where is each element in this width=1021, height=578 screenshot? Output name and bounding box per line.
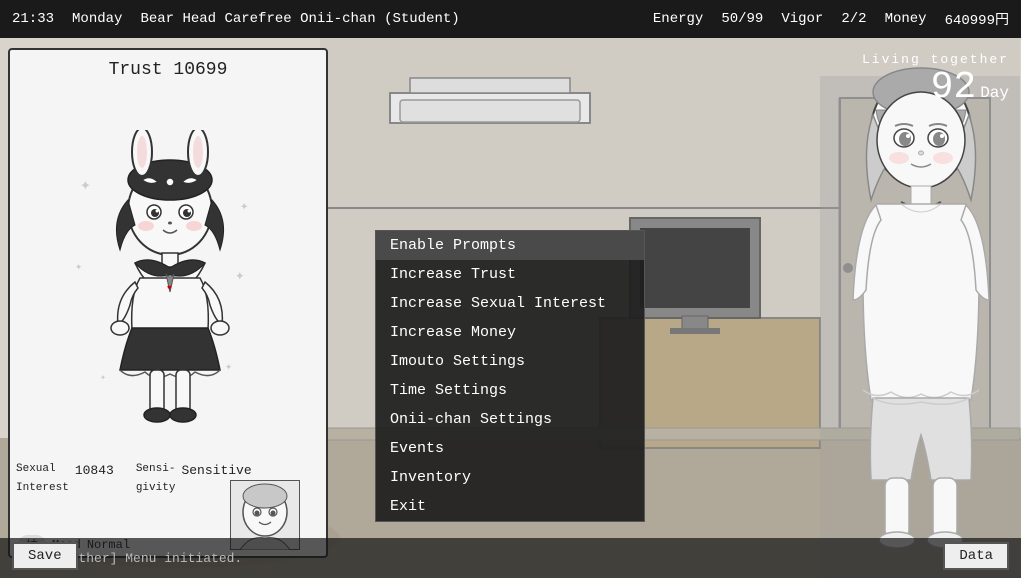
svg-text:✦: ✦	[235, 267, 245, 285]
menu-items-container: Enable PromptsIncrease TrustIncrease Sex…	[376, 231, 644, 521]
menu-item-7[interactable]: Events	[376, 434, 644, 463]
menu-item-8[interactable]: Inventory	[376, 463, 644, 492]
svg-text:✦: ✦	[240, 199, 249, 215]
sexual-interest-label: SexualInterest	[16, 463, 69, 494]
hud-time: 21:33	[12, 11, 54, 27]
menu-item-1[interactable]: Increase Trust	[376, 260, 644, 289]
sensitivity-value: Sensitive	[181, 463, 251, 478]
svg-text:✦: ✦	[100, 373, 106, 384]
trust-display: Trust 10699	[109, 60, 228, 80]
menu-item-3[interactable]: Increase Money	[376, 318, 644, 347]
svg-text:✦: ✦	[225, 360, 232, 374]
hud-energy-value: 50/99	[721, 11, 763, 27]
menu-item-2[interactable]: Increase Sexual Interest	[376, 289, 644, 318]
sexual-interest-value: 10843	[75, 463, 114, 478]
svg-text:♥: ♥	[167, 284, 172, 293]
menu-item-6[interactable]: Onii-chan Settings	[376, 405, 644, 434]
trust-label-text: Trust	[109, 60, 163, 80]
menu-item-5[interactable]: Time Settings	[376, 376, 644, 405]
hud-vigor-label: Vigor	[781, 11, 823, 27]
chibi-svg: ✦ ✦ ✦ ✦ ✦ ✦	[70, 130, 270, 430]
top-hud: 21:33 Monday Bear Head Carefree Onii-cha…	[0, 0, 1021, 38]
living-together-days: 92	[931, 67, 977, 109]
svg-text:✦: ✦	[80, 176, 91, 196]
hud-character-desc: Bear Head Carefree Onii-chan (Student)	[140, 11, 459, 27]
menu-item-0[interactable]: Enable Prompts	[376, 231, 644, 260]
sensitivity-label: Sensi-givity	[136, 463, 176, 494]
right-char-svg	[821, 50, 1021, 560]
hud-energy-label: Energy	[653, 11, 703, 27]
message-bar: [God Brother] Menu initiated.	[0, 538, 1021, 578]
trust-value: 10699	[173, 60, 227, 80]
hud-money-label: Money	[885, 11, 927, 27]
living-together-counter: Living together 92 Day	[862, 52, 1009, 109]
hud-money-value: 640999円	[945, 9, 1009, 29]
save-button[interactable]: Save	[12, 542, 78, 570]
hud-day: Monday	[72, 11, 122, 27]
chibi-illustration: ✦ ✦ ✦ ✦ ✦ ✦	[10, 90, 328, 470]
data-button[interactable]: Data	[943, 542, 1009, 570]
context-menu: Enable PromptsIncrease TrustIncrease Sex…	[375, 230, 645, 522]
living-together-suffix: Day	[980, 84, 1009, 102]
living-together-label: Living together	[862, 52, 1009, 67]
hud-vigor-value: 2/2	[841, 11, 866, 27]
svg-text:✦: ✦	[75, 260, 82, 274]
right-character	[821, 50, 1021, 560]
menu-item-9[interactable]: Exit	[376, 492, 644, 521]
menu-item-4[interactable]: Imouto Settings	[376, 347, 644, 376]
